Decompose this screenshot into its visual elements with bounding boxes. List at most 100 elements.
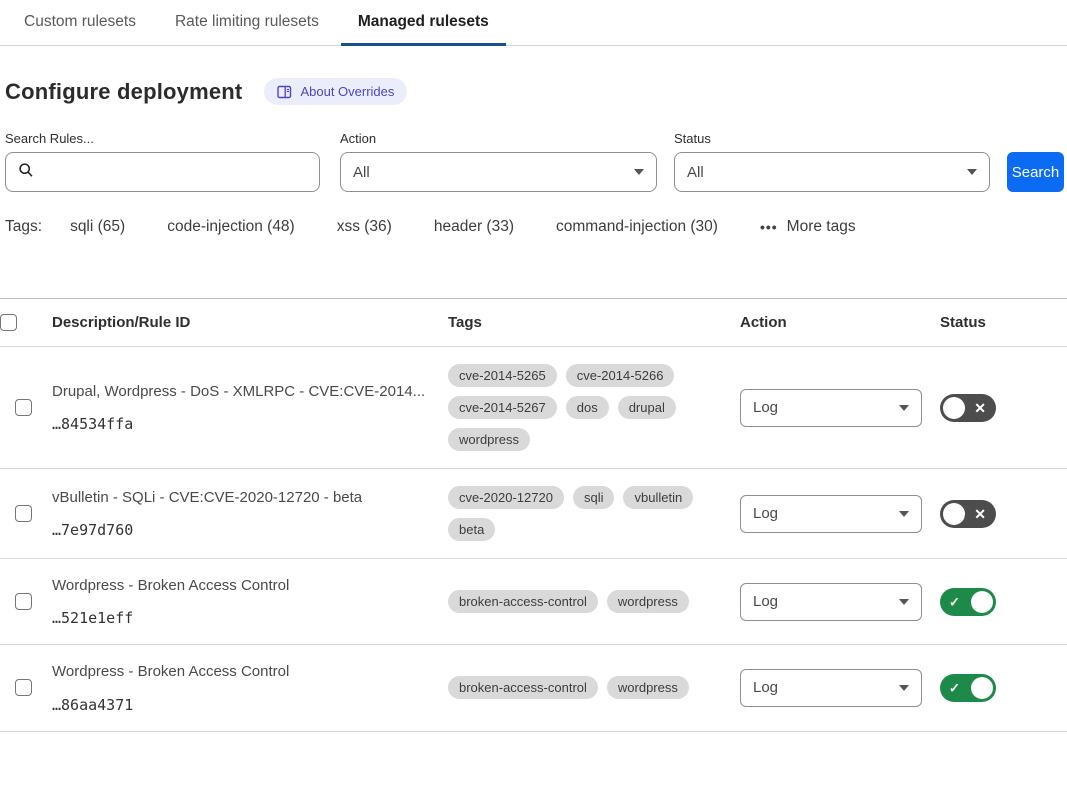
page-title: Configure deployment [5,79,242,105]
tab-rate-limiting-rulesets[interactable]: Rate limiting rulesets [158,0,336,46]
about-overrides-link[interactable]: About Overrides [264,78,407,105]
book-icon [277,85,292,99]
search-icon [18,162,34,182]
status-filter-value: All [687,164,704,181]
select-all-checkbox[interactable] [0,314,17,331]
heading-row: Configure deployment About Overrides [0,46,1067,105]
status-filter-label: Status [674,131,990,146]
toggle-knob [971,677,993,699]
rule-description: vBulletin - SQLi - CVE:CVE-2020-12720 - … [52,488,448,508]
toggle-state-icon: ✓ [949,595,960,608]
rules-table: Description/Rule ID Tags Action Status D… [0,298,1067,732]
rule-action-value: Log [753,593,778,610]
rule-tag-pill: drupal [618,396,676,419]
chevron-down-icon [899,599,909,605]
rule-id: …7e97d760 [52,521,448,539]
rule-tag-pill: cve-2014-5266 [566,364,675,387]
rule-tags: broken-access-control wordpress [448,573,740,630]
action-filter-select[interactable]: All [340,152,657,192]
rule-tag-pill: cve-2014-5265 [448,364,557,387]
rule-id: …521e1eff [52,609,448,627]
row-checkbox[interactable] [15,505,32,522]
rule-tag-pill: broken-access-control [448,590,598,613]
tag-filter-link[interactable]: header (33) [434,218,514,236]
rule-tag-pill: wordpress [607,676,689,699]
tab-managed-rulesets[interactable]: Managed rulesets [341,0,506,46]
table-row: vBulletin - SQLi - CVE:CVE-2020-12720 - … [0,469,1067,559]
rule-status-toggle[interactable]: ✓ [940,674,996,702]
rule-action-value: Log [753,399,778,416]
rule-description: Wordpress - Broken Access Control [52,576,448,596]
tags-bar-label: Tags: [5,218,42,236]
tag-filter-link[interactable]: code-injection (48) [167,218,295,236]
column-header-action: Action [740,299,940,346]
more-tags-label: More tags [787,218,856,236]
row-checkbox[interactable] [15,679,32,696]
ruleset-tabbar: Custom rulesets Rate limiting rulesets M… [0,0,1067,46]
rule-description: Wordpress - Broken Access Control [52,662,448,682]
action-filter-field: Action All [340,131,657,192]
rule-action-value: Log [753,679,778,696]
column-header-tags: Tags [448,299,740,346]
rule-description: Drupal, Wordpress - DoS - XMLRPC - CVE:C… [52,382,448,402]
about-overrides-label: About Overrides [300,84,394,99]
chevron-down-icon [899,511,909,517]
search-rules-label: Search Rules... [5,131,320,146]
rule-id: …86aa4371 [52,696,448,714]
rule-tags: cve-2014-5265 cve-2014-5266 cve-2014-5267 d… [448,347,740,468]
search-rules-input[interactable] [42,164,307,181]
rule-status-toggle[interactable]: ✕ [940,394,996,422]
rule-status-toggle[interactable]: ✕ [940,500,996,528]
action-filter-value: All [353,164,370,181]
table-header-row: Description/Rule ID Tags Action Status [0,299,1067,347]
row-checkbox[interactable] [15,593,32,610]
filter-row: Search Rules... Action All Status All Se… [0,105,1067,192]
rule-tag-pill: wordpress [607,590,689,613]
tags-bar-items: sqli (65) code-injection (48) xss (36) head… [70,218,760,236]
rule-tag-pill: broken-access-control [448,676,598,699]
row-checkbox[interactable] [15,399,32,416]
rule-id: …84534ffa [52,415,448,433]
rule-action-select[interactable]: Log [740,669,922,707]
rule-tags: broken-access-control wordpress [448,659,740,716]
search-button[interactable]: Search [1007,152,1064,192]
rule-tag-pill: cve-2020-12720 [448,486,564,509]
toggle-state-icon: ✓ [949,681,960,694]
table-row: Wordpress - Broken Access Control …86aa4… [0,645,1067,731]
chevron-down-icon [967,169,977,175]
status-filter-field: Status All [674,131,990,192]
table-row: Drupal, Wordpress - DoS - XMLRPC - CVE:C… [0,347,1067,469]
tag-filter-link[interactable]: xss (36) [337,218,392,236]
table-body: Drupal, Wordpress - DoS - XMLRPC - CVE:C… [0,347,1067,732]
tag-filter-link[interactable]: command-injection (30) [556,218,718,236]
status-filter-select[interactable]: All [674,152,990,192]
rule-tag-pill: sqli [573,486,615,509]
table-row: Wordpress - Broken Access Control …521e1… [0,559,1067,645]
toggle-knob [943,503,965,525]
toggle-state-icon: ✕ [974,401,986,415]
toggle-state-icon: ✕ [974,507,986,521]
tags-bar: Tags: sqli (65) code-injection (48) xss (3… [0,192,1067,236]
toggle-knob [943,397,965,419]
chevron-down-icon [899,685,909,691]
rule-action-select[interactable]: Log [740,389,922,427]
more-tags-button[interactable]: ••• More tags [760,218,856,236]
tab-custom-rulesets[interactable]: Custom rulesets [7,0,153,46]
rule-tag-pill: cve-2014-5267 [448,396,557,419]
rule-tag-pill: wordpress [448,428,530,451]
rule-tag-pill: dos [566,396,609,419]
rule-tags: cve-2020-12720 sqli vbulletin beta [448,469,740,558]
column-header-description: Description/Rule ID [52,299,448,346]
rule-status-toggle[interactable]: ✓ [940,588,996,616]
rule-tag-pill: beta [448,518,495,541]
chevron-down-icon [634,169,644,175]
rule-action-select[interactable]: Log [740,583,922,621]
search-rules-field: Search Rules... [5,131,320,192]
toggle-knob [971,591,993,613]
action-filter-label: Action [340,131,657,146]
tag-filter-link[interactable]: sqli (65) [70,218,125,236]
chevron-down-icon [899,405,909,411]
ellipsis-icon: ••• [760,219,778,235]
rule-tag-pill: vbulletin [623,486,693,509]
rule-action-select[interactable]: Log [740,495,922,533]
